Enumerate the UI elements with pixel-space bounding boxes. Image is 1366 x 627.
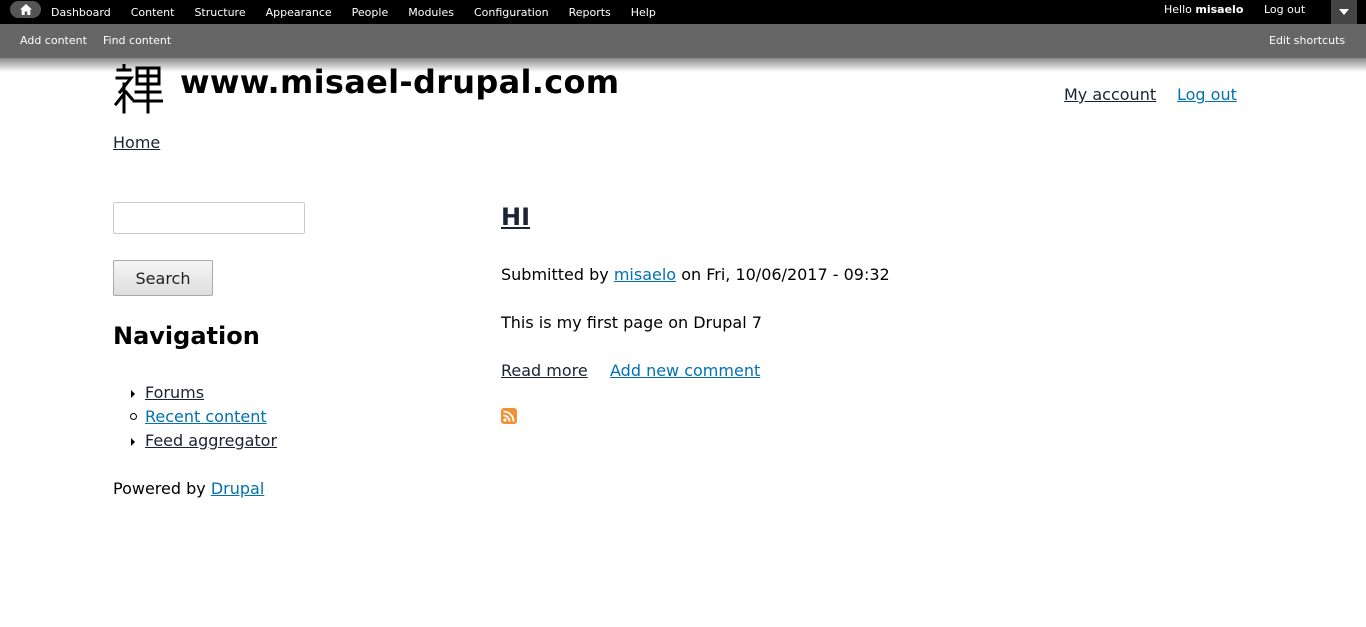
author-link[interactable]: misaelo <box>614 265 676 284</box>
read-more-link[interactable]: Read more <box>501 361 588 380</box>
username-link[interactable]: misaelo <box>1195 3 1243 16</box>
site-name[interactable]: www.misael-drupal.com <box>180 63 619 101</box>
nav-item-feed-aggregator[interactable]: Feed aggregator <box>145 431 277 450</box>
admin-menu: Dashboard Content Structure Appearance P… <box>51 0 676 24</box>
node-title[interactable]: HI <box>501 203 530 231</box>
drupal-link[interactable]: Drupal <box>211 479 264 498</box>
navigation-title: Navigation <box>113 322 260 350</box>
submitted-info: Submitted by misaelo on Fri, 10/06/2017 … <box>501 265 890 284</box>
shortcut-find-content[interactable]: Find content <box>103 34 171 47</box>
menu-item-structure[interactable]: Structure <box>194 6 245 19</box>
nav-item-forums[interactable]: Forums <box>145 383 204 402</box>
menu-item-modules[interactable]: Modules <box>408 6 454 19</box>
home-button[interactable] <box>10 1 41 18</box>
collapsed-arrow-icon <box>131 438 135 446</box>
home-icon <box>19 4 32 15</box>
header-logout-link[interactable]: Log out <box>1177 85 1237 104</box>
menu-item-configuration[interactable]: Configuration <box>474 6 549 19</box>
menu-item-dashboard[interactable]: Dashboard <box>51 6 111 19</box>
collapsed-arrow-icon <box>131 390 135 398</box>
menu-item-content[interactable]: Content <box>131 6 175 19</box>
leaf-bullet-icon <box>130 413 137 420</box>
node-body: This is my first page on Drupal 7 <box>501 313 762 332</box>
search-input[interactable] <box>113 202 305 234</box>
chevron-down-icon <box>1339 9 1349 15</box>
submitted-label: Submitted by <box>501 265 609 284</box>
breadcrumb-home[interactable]: Home <box>113 133 160 152</box>
menu-item-people[interactable]: People <box>352 6 389 19</box>
powered-by: Powered by Drupal <box>113 479 264 498</box>
user-greeting: Hello misaelo <box>1164 0 1243 19</box>
nav-item-recent-content[interactable]: Recent content <box>145 407 267 426</box>
add-comment-link[interactable]: Add new comment <box>610 361 760 380</box>
shortcut-bar <box>0 24 1366 58</box>
admin-toolbar: Dashboard Content Structure Appearance P… <box>0 0 1366 24</box>
menu-item-reports[interactable]: Reports <box>569 6 611 19</box>
powered-by-label: Powered by <box>113 479 206 498</box>
hello-label: Hello <box>1164 3 1192 16</box>
my-account-link[interactable]: My account <box>1064 85 1156 104</box>
search-button[interactable]: Search <box>113 260 213 296</box>
rss-feed-icon[interactable] <box>501 408 517 424</box>
menu-item-help[interactable]: Help <box>631 6 656 19</box>
toolbar-logout-link[interactable]: Log out <box>1264 3 1305 16</box>
shortcut-drawer-toggle[interactable] <box>1331 0 1357 24</box>
shortcut-add-content[interactable]: Add content <box>20 34 87 47</box>
submitted-date: on Fri, 10/06/2017 - 09:32 <box>681 265 890 284</box>
menu-item-appearance[interactable]: Appearance <box>266 6 332 19</box>
site-logo[interactable] <box>113 64 163 114</box>
edit-shortcuts-link[interactable]: Edit shortcuts <box>1269 34 1345 47</box>
